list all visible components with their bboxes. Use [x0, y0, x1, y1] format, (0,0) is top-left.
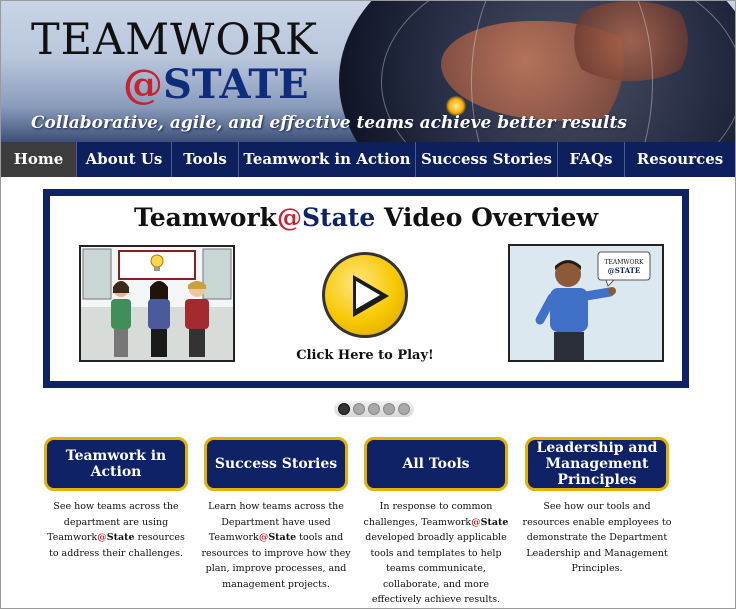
card-leadership-principles: Leadership and Management Principles See… [523, 437, 671, 574]
site-logo-line1: TEAMWORK [31, 15, 319, 65]
card-desc-at: @ [97, 532, 107, 543]
card-desc-brand: State [106, 532, 135, 543]
video-title-teamwork: Teamwork [133, 203, 277, 232]
speech-sign-line1: TEAMWORK [605, 259, 644, 266]
nav-item-faqs[interactable]: FAQs [558, 142, 625, 177]
card-desc-brand: State [480, 516, 509, 528]
card-all-tools: All Tools In response to common challeng… [364, 437, 508, 605]
carousel-dot[interactable] [338, 403, 350, 415]
card-description: In response to common challenges, Teamwo… [361, 499, 511, 608]
video-title: Teamwork@State Video Overview [50, 203, 682, 232]
site-logo-line2: @STATE [123, 61, 309, 108]
logo-at-sign: @ [123, 61, 163, 108]
nav-item-success-stories[interactable]: Success Stories [416, 142, 558, 177]
logo-state: STATE [163, 61, 309, 108]
card-description: See how our tools and resources enable e… [522, 499, 672, 577]
video-title-state: State [301, 203, 376, 232]
success-stories-button[interactable]: Success Stories [204, 437, 348, 491]
carousel-dot[interactable] [383, 403, 395, 415]
nav-item-home[interactable]: Home [1, 142, 77, 177]
card-desc-text: developed broadly applicable tools and t… [365, 532, 507, 605]
main-nav: Home About Us Tools Teamwork in Action S… [1, 142, 735, 177]
card-desc-brand: State [268, 532, 297, 543]
card-success-stories: Success Stories Learn how teams across t… [201, 437, 351, 590]
teamwork-in-action-button[interactable]: Teamwork in Action [44, 437, 188, 491]
carousel-dot[interactable] [398, 403, 410, 415]
card-description: See how teams across the department are … [41, 499, 191, 561]
speech-sign-line2: @STATE [608, 266, 640, 275]
card-desc-at: @ [471, 516, 481, 528]
nav-item-tools[interactable]: Tools [172, 142, 239, 177]
carousel-dot[interactable] [368, 403, 380, 415]
video-title-at: @ [276, 203, 302, 232]
card-teamwork-in-action: Teamwork in Action See how teams across … [44, 437, 188, 559]
play-label[interactable]: Click Here to Play! [290, 348, 440, 363]
presenter-illustration: TEAMWORK @STATE [508, 244, 664, 362]
team-illustration [79, 245, 235, 362]
nav-item-about-us[interactable]: About Us [77, 142, 172, 177]
carousel-dots [334, 401, 414, 417]
video-title-rest: Video Overview [375, 203, 598, 232]
team-illustration-svg [81, 247, 233, 360]
video-overview[interactable]: Teamwork@State Video Overview Click Here… [43, 189, 689, 388]
carousel-dot[interactable] [353, 403, 365, 415]
all-tools-button[interactable]: All Tools [364, 437, 508, 491]
nav-item-teamwork-in-action[interactable]: Teamwork in Action [239, 142, 416, 177]
leadership-principles-button[interactable]: Leadership and Management Principles [525, 437, 669, 491]
card-desc-at: @ [258, 532, 269, 543]
site-tagline: Collaborative, agile, and effective team… [31, 113, 627, 133]
card-desc-text: See how our tools and resources enable e… [522, 501, 672, 574]
card-description: Learn how teams across the Department ha… [201, 499, 351, 592]
presenter-illustration-svg: TEAMWORK @STATE [510, 246, 662, 360]
nav-item-resources[interactable]: Resources [625, 142, 735, 177]
header-banner: TEAMWORK @STATE Collaborative, agile, an… [1, 1, 735, 142]
page: TEAMWORK @STATE Collaborative, agile, an… [0, 0, 736, 609]
play-button[interactable] [322, 252, 408, 338]
play-icon-inner [356, 281, 380, 309]
